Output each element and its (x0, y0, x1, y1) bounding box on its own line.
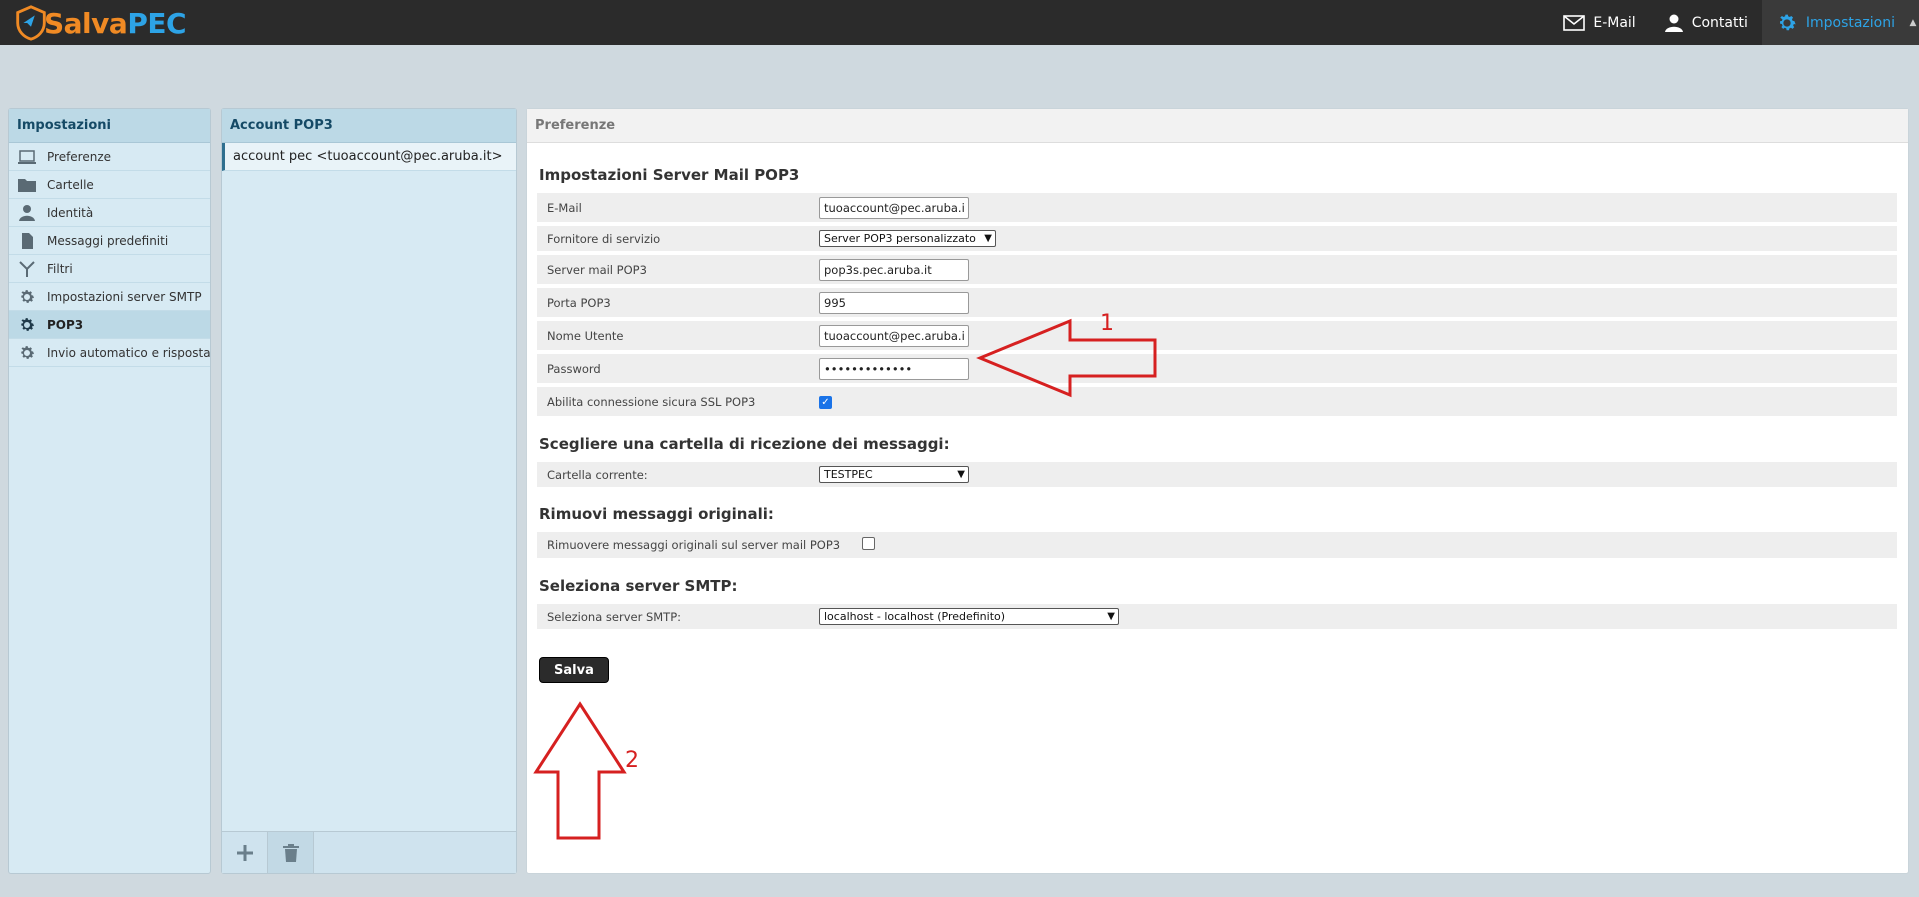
sidebar-title: Impostazioni (9, 109, 210, 143)
folder-value: TESTPEC (824, 468, 873, 481)
sidebar-item-label: POP3 (47, 317, 84, 332)
pop3-form: Impostazioni Server Mail POP3 E-Mail For… (537, 153, 1899, 683)
sidebar-item-smtp[interactable]: Impostazioni server SMTP (9, 283, 210, 311)
nav-email[interactable]: E-Mail (1549, 0, 1649, 45)
form-row-folder: Cartella corrente: TESTPEC ▼ (537, 462, 1897, 487)
brand-part1: Salva (44, 6, 128, 40)
gear-icon (21, 317, 35, 331)
nav-contacts-label: Contatti (1691, 14, 1748, 31)
nav-settings[interactable]: Impostazioni (1761, 0, 1907, 45)
sidebar-item-label: Messaggi predefiniti (47, 233, 169, 248)
folder-icon (18, 178, 36, 192)
sidebar-item-label: Cartelle (47, 177, 94, 192)
sidebar-item-pop3[interactable]: POP3 (9, 311, 210, 339)
port-label: Porta POP3 (547, 295, 611, 310)
provider-select[interactable]: Server POP3 personalizzato ▼ (819, 230, 996, 247)
document-icon (22, 232, 33, 249)
gear-icon (21, 345, 35, 359)
sidebar-list: Preferenze Cartelle Identità Messaggi pr… (9, 143, 210, 367)
password-label: Password (547, 361, 601, 376)
form-row-provider: Fornitore di servizio Server POP3 person… (537, 226, 1897, 251)
sidebar-item-label: Invio automatico e risposta au (47, 345, 210, 360)
server-field[interactable] (819, 258, 969, 281)
preferences-title: Preferenze (527, 109, 1908, 143)
app-logo[interactable]: SalvaPEC (12, 4, 187, 42)
top-nav: E-Mail Contatti Impostazioni ▲ (1549, 0, 1919, 45)
folder-label: Cartella corrente: (547, 467, 648, 482)
ssl-checkbox[interactable]: ✓ (819, 396, 832, 409)
annotation-label-2: 2 (625, 748, 639, 773)
provider-label: Fornitore di servizio (547, 231, 661, 246)
chevron-down-icon: ▼ (984, 233, 992, 244)
delete-account-button[interactable] (268, 832, 314, 873)
sidebar-item-label: Preferenze (47, 149, 112, 164)
sidebar-item-messaggi-predefiniti[interactable]: Messaggi predefiniti (9, 227, 210, 255)
account-list-item[interactable]: account pec <tuoaccount@pec.aruba.it> (222, 143, 516, 171)
chevron-down-icon: ▼ (957, 469, 965, 480)
gear-icon (1779, 14, 1796, 30)
preferences-panel: Preferenze Impostazioni Server Mail POP3… (526, 108, 1909, 874)
section-smtp-title: Seleziona server SMTP: (539, 577, 738, 595)
sidebar-item-filtri[interactable]: Filtri (9, 255, 210, 283)
ssl-label: Abilita connessione sicura SSL POP3 (547, 394, 756, 409)
laptop-icon (18, 149, 36, 164)
server-label: Server mail POP3 (547, 262, 647, 277)
section-remove-title: Rimuovi messaggi originali: (539, 505, 774, 523)
nav-contacts[interactable]: Contatti (1650, 0, 1762, 45)
form-row-ssl: Abilita connessione sicura SSL POP3 ✓ (537, 387, 1897, 416)
sidebar-item-invio-automatico[interactable]: Invio automatico e risposta au (9, 339, 210, 367)
sidebar-item-label: Impostazioni server SMTP (47, 289, 202, 304)
envelope-icon (1563, 14, 1586, 31)
filter-icon (19, 260, 35, 277)
provider-value: Server POP3 personalizzato (824, 232, 976, 245)
nav-email-label: E-Mail (1593, 14, 1636, 31)
section-pop3-title: Impostazioni Server Mail POP3 (539, 166, 800, 184)
form-row-smtp: Seleziona server SMTP: localhost - local… (537, 604, 1897, 629)
email-label: E-Mail (547, 200, 582, 215)
gear-icon (21, 289, 35, 303)
sidebar-item-label: Identità (47, 205, 94, 220)
sidebar-item-identita[interactable]: Identità (9, 199, 210, 227)
remove-label: Rimuovere messaggi originali sul server … (547, 538, 841, 552)
save-button[interactable]: Salva (539, 657, 609, 683)
email-field[interactable] (819, 196, 969, 219)
add-account-button[interactable] (222, 832, 268, 873)
username-field[interactable] (819, 324, 969, 347)
username-label: Nome Utente (547, 328, 624, 343)
sidebar-item-label: Filtri (47, 261, 73, 276)
form-row-port: Porta POP3 (537, 288, 1897, 317)
accounts-toolbar (222, 831, 516, 873)
user-icon (1664, 14, 1683, 32)
chevron-down-icon: ▼ (1107, 611, 1115, 622)
form-row-remove: Rimuovere messaggi originali sul server … (537, 532, 1897, 558)
smtp-select[interactable]: localhost - localhost (Predefinito) ▼ (819, 608, 1119, 625)
nav-settings-label: Impostazioni (1805, 14, 1895, 31)
sidebar-item-cartelle[interactable]: Cartelle (9, 171, 210, 199)
section-folder-title: Scegliere una cartella di ricezione dei … (539, 435, 950, 453)
folder-select[interactable]: TESTPEC ▼ (819, 466, 969, 483)
form-row-username: Nome Utente (537, 321, 1897, 350)
smtp-label: Seleziona server SMTP: (547, 609, 682, 624)
smtp-value: localhost - localhost (Predefinito) (824, 610, 1006, 623)
form-row-email: E-Mail (537, 193, 1897, 222)
port-field[interactable] (819, 291, 969, 314)
accounts-panel: Account POP3 account pec <tuoaccount@pec… (221, 108, 517, 874)
accounts-title: Account POP3 (222, 109, 516, 143)
annotation-arrow-2 (533, 701, 627, 840)
user-icon (19, 204, 35, 221)
password-field[interactable] (819, 357, 969, 380)
nav-caret-icon[interactable]: ▲ (1907, 0, 1919, 45)
annotation-arrow-1 (976, 318, 1157, 398)
remove-checkbox[interactable] (862, 537, 875, 550)
brand-part2: PEC (127, 6, 187, 40)
top-bar: SalvaPEC E-Mail Contatti Impostazioni ▲ (0, 0, 1919, 45)
form-row-password: Password (537, 354, 1897, 383)
plus-icon (236, 844, 253, 861)
sidebar-item-preferenze[interactable]: Preferenze (9, 143, 210, 171)
trash-icon (282, 843, 299, 862)
annotation-label-1: 1 (1100, 311, 1114, 336)
settings-sidebar: Impostazioni Preferenze Cartelle Identit… (8, 108, 211, 874)
form-row-server: Server mail POP3 (537, 255, 1897, 284)
